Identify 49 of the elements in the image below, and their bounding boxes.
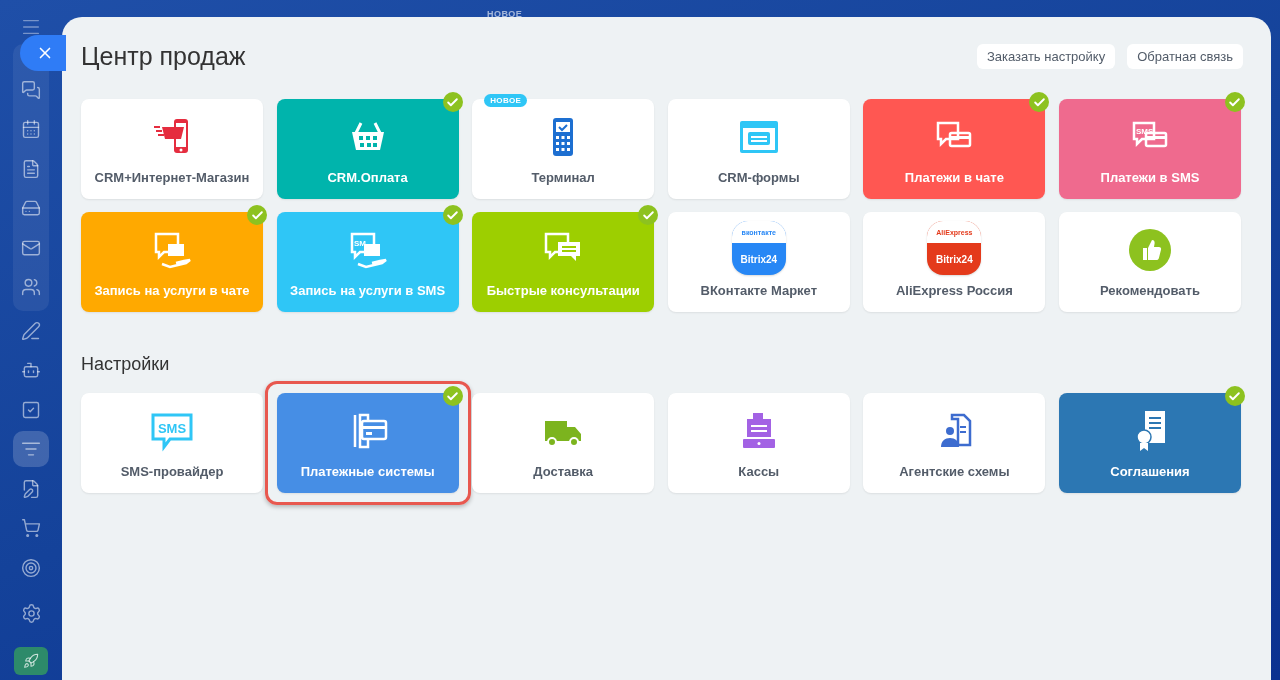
section-title: Настройки (81, 354, 171, 375)
app-tile[interactable]: CRM-формы (667, 99, 850, 199)
sidebar-item[interactable] (13, 431, 49, 468)
checkbox-icon (21, 399, 41, 420)
tile-label: SMS-провайдер (120, 464, 224, 479)
contacts-icon (21, 277, 41, 298)
app-tile[interactable]: SMS SMS-провайдер (81, 393, 263, 493)
rocket-button[interactable] (14, 647, 48, 676)
app-tile[interactable]: CRM+Интернет-Магазин (81, 99, 263, 199)
document-icon (21, 158, 41, 179)
logo-text: Bitrix24 (739, 252, 779, 267)
tile-label: Запись на услуги в SMS (290, 283, 446, 298)
tile-label: Доставка (533, 464, 594, 479)
app-tile[interactable]: Агентские схемы (863, 393, 1046, 493)
tile-label: ВКонтакте Маркет (700, 283, 818, 298)
chat-icon (21, 79, 41, 100)
new-badge: НОВОЕ (484, 94, 528, 107)
tile-label: Соглашения (1110, 464, 1190, 479)
header-button[interactable]: Заказать настройку (976, 43, 1116, 69)
tile-label: Быстрые консультации (486, 283, 640, 298)
header-button[interactable]: Обратная связь (1127, 43, 1243, 69)
settings-icon (20, 603, 42, 624)
thumbs-up-icon (1127, 228, 1172, 272)
tile-label: Платежи в чате (904, 170, 1004, 185)
logo-text: Bitrix24 (935, 252, 974, 267)
app-tile[interactable]: Кассы (667, 393, 850, 493)
tile-label: Запись на услуги в чате (94, 283, 250, 298)
tile-label: CRM-формы (718, 170, 800, 185)
tile-label: Терминал (531, 170, 595, 185)
cart-icon (21, 518, 41, 539)
tile-label: CRM.Оплата (327, 170, 408, 185)
tile-label: AliExpress Россия (895, 283, 1013, 298)
close-button[interactable] (20, 35, 66, 71)
tile-label: CRM+Интернет-Магазин (94, 170, 250, 185)
document-edit-icon (21, 478, 41, 499)
target-icon (21, 557, 41, 578)
rocket-icon (23, 653, 39, 670)
background-label: НОВОЕ (487, 9, 523, 19)
pen-icon (21, 320, 41, 341)
tile-label: Платежные системы (300, 464, 435, 479)
tile-label: Агентские схемы (899, 464, 1010, 479)
page-title: Центр продаж (81, 41, 246, 71)
tile-label: Рекомендовать (1099, 283, 1200, 298)
calendar-icon (21, 119, 41, 140)
app-tile[interactable]: Доставка (472, 393, 655, 493)
tile-label: Кассы (738, 464, 780, 479)
tile-label: Платежи в SMS (1100, 170, 1200, 185)
app-tile[interactable]: Рекомендовать (1058, 212, 1241, 312)
app-tile[interactable]: Соглашения (1058, 393, 1241, 493)
